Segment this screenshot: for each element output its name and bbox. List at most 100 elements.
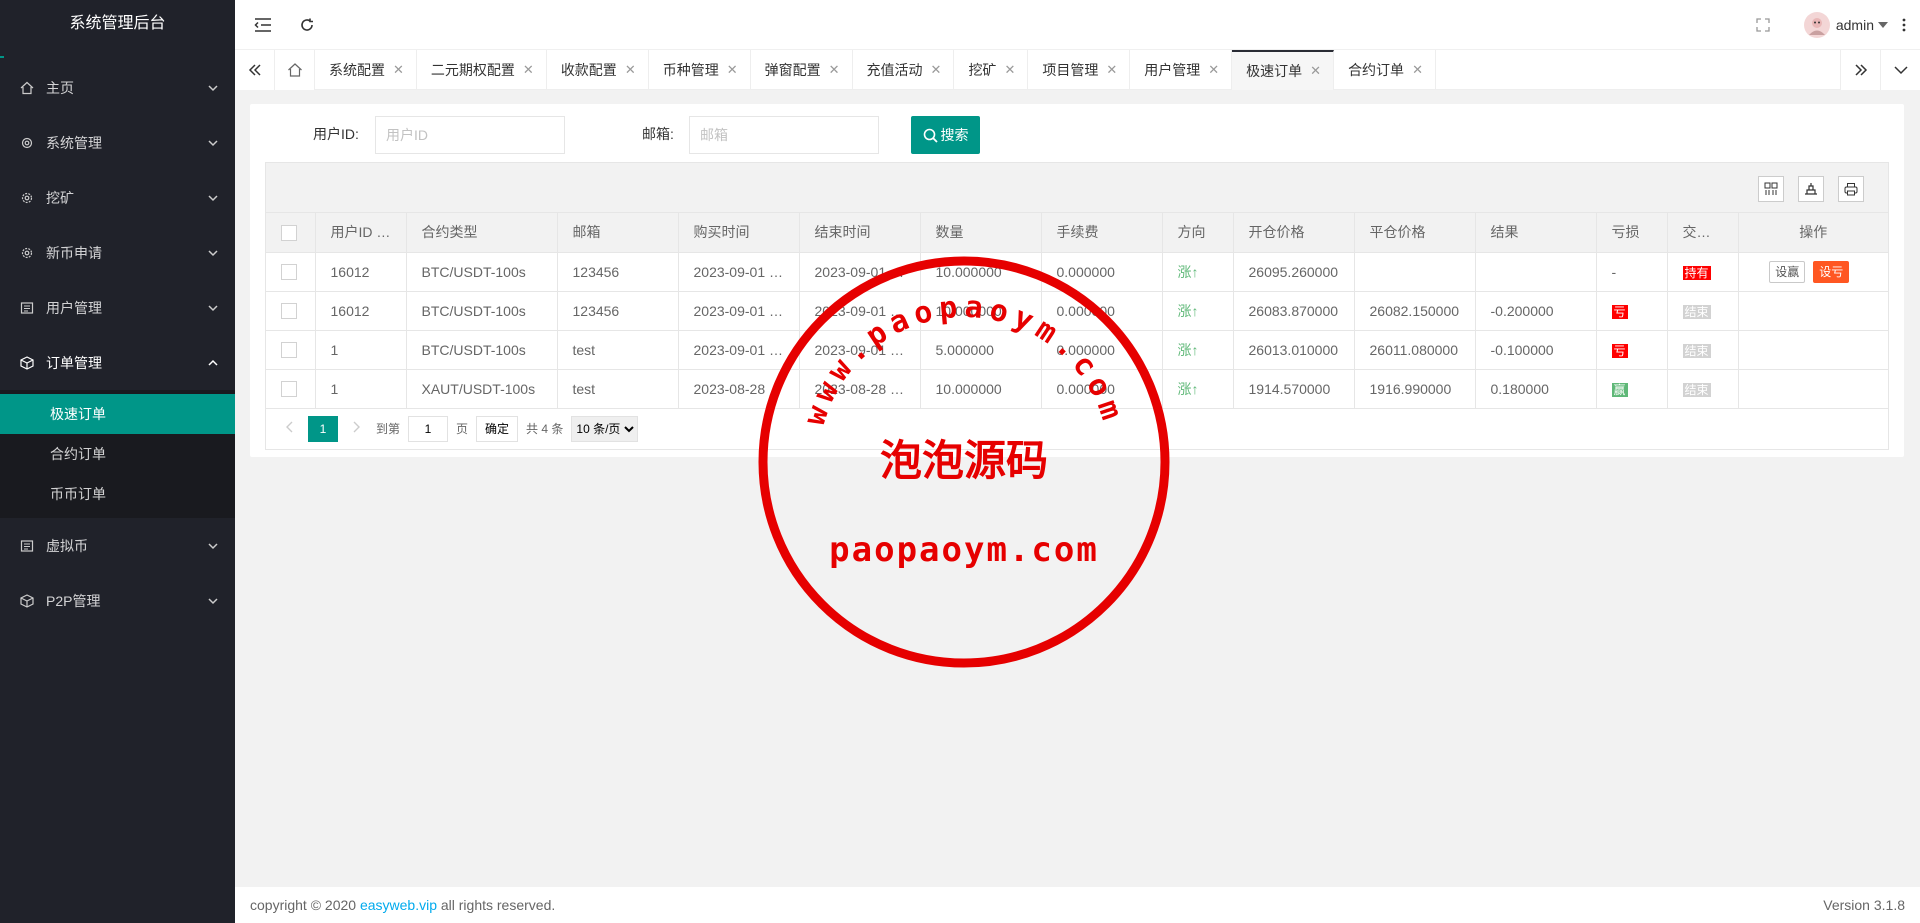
tab-home[interactable] [275, 50, 315, 90]
tab-popup-config[interactable]: 弹窗配置 ✕ [751, 50, 853, 90]
sidebar-item-p2p[interactable]: P2P管理 [0, 573, 235, 628]
set-loss-button[interactable]: 设亏 [1813, 260, 1850, 283]
cell-fee: 0.000000 [1041, 291, 1163, 331]
table-toolbar [266, 163, 1888, 213]
sidebar-item-orders[interactable]: 订单管理 [0, 335, 235, 390]
sidebar-menu: 主页 系统管理 挖矿 新币申请 用户管理 订单管理 极速订单 合约订单 币币订单… [0, 50, 235, 628]
menu-fold-icon [254, 18, 271, 32]
cell-direction: 涨↑ [1162, 291, 1234, 331]
table-row: 16012 BTC/USDT-100s 123456 2023-09-01 … … [266, 252, 1888, 292]
tabs-menu-button[interactable] [1880, 50, 1920, 90]
close-icon[interactable]: ✕ [829, 50, 840, 90]
user-id-label: 用户ID: [313, 126, 359, 142]
sort-icon[interactable] [384, 228, 393, 239]
email-label: 邮箱: [642, 126, 674, 142]
current-page[interactable]: 1 [308, 415, 338, 442]
tabs-scroll-right-button[interactable] [1840, 50, 1880, 90]
close-icon[interactable]: ✕ [1310, 51, 1321, 91]
close-icon[interactable]: ✕ [1004, 50, 1015, 90]
cube-icon [20, 593, 34, 608]
more-menu-button[interactable] [1902, 18, 1906, 32]
column-header: 购买时间 [678, 213, 800, 253]
tab-label: 系统配置 [329, 62, 385, 78]
tab-currency-management[interactable]: 币种管理 ✕ [649, 50, 751, 90]
fullscreen-icon [1756, 18, 1770, 32]
tab-project-management[interactable]: 项目管理 ✕ [1028, 50, 1131, 90]
print-button[interactable] [1838, 176, 1864, 202]
sidebar-item-label: P2P管理 [46, 592, 101, 609]
refresh-button[interactable] [297, 15, 317, 35]
fullscreen-button[interactable] [1756, 18, 1770, 32]
row-checkbox[interactable] [281, 264, 297, 281]
refresh-icon [301, 18, 313, 31]
username[interactable]: admin [1836, 17, 1874, 33]
sidebar-subitem-fast-orders[interactable]: 极速订单 [0, 394, 235, 434]
sidebar-item-label: 主页 [46, 79, 74, 96]
tab-payment-config[interactable]: 收款配置 ✕ [547, 50, 649, 90]
email-input[interactable] [689, 116, 879, 154]
footer-link[interactable]: easyweb.vip [360, 897, 437, 913]
avatar[interactable] [1803, 12, 1830, 38]
tab-mining[interactable]: 挖矿 ✕ [954, 50, 1029, 90]
close-icon[interactable]: ✕ [727, 50, 738, 90]
row-checkbox[interactable] [281, 303, 297, 320]
set-win-button[interactable]: 设赢 [1769, 260, 1806, 283]
column-header: 数量 [920, 213, 1042, 253]
tab-list: 系统配置 ✕ 二元期权配置 ✕ 收款配置 ✕ 币种管理 ✕ 弹窗配置 ✕ 充值活动 ✕ 挖矿… [315, 50, 1436, 90]
sidebar-subitem-contract-orders[interactable]: 合约订单 [0, 434, 235, 474]
sidebar-item-home[interactable]: 主页 [0, 60, 235, 115]
tabs-scroll-left-button[interactable] [235, 50, 275, 90]
orders-table: 用户ID 合约类型 邮箱 购买时间 结束时间 数量 手续费 方向 开仓价格 平仓… [266, 213, 1888, 409]
close-icon[interactable]: ✕ [1208, 50, 1219, 90]
close-icon[interactable]: ✕ [931, 50, 942, 90]
close-icon[interactable]: ✕ [625, 50, 636, 90]
export-button[interactable] [1798, 176, 1824, 202]
close-icon[interactable]: ✕ [523, 50, 534, 90]
cell-email: test [557, 369, 679, 409]
tab-contract-orders[interactable]: 合约订单 ✕ [1334, 50, 1436, 90]
columns-filter-button[interactable] [1758, 176, 1784, 202]
cell-user-id: 1 [315, 369, 407, 409]
tab-label: 二元期权配置 [430, 62, 515, 78]
sidebar-item-label: 用户管理 [46, 299, 102, 316]
cell-status: 持有 [1667, 252, 1739, 292]
row-checkbox[interactable] [281, 381, 297, 398]
close-icon[interactable]: ✕ [1412, 50, 1423, 90]
row-select-cell [266, 291, 316, 331]
tab-fast-orders[interactable]: 极速订单 ✕ [1232, 50, 1335, 91]
table-header-row: 用户ID 合约类型 邮箱 购买时间 结束时间 数量 手续费 方向 开仓价格 平仓… [266, 213, 1888, 253]
column-label: 用户ID [330, 224, 373, 241]
page-size-select[interactable]: 10 条/页 [571, 415, 639, 442]
sidebar-item-new-coin[interactable]: 新币申请 [0, 225, 235, 280]
cell-direction: 涨↑ [1162, 252, 1234, 292]
tab-system-config[interactable]: 系统配置 ✕ [315, 50, 417, 90]
tab-binary-option-config[interactable]: 二元期权配置 ✕ [417, 50, 547, 90]
sidebar-item-users[interactable]: 用户管理 [0, 280, 235, 335]
status-badge: 结束 [1682, 382, 1711, 397]
table-row: 16012 BTC/USDT-100s 123456 2023-09-01 … … [266, 291, 1888, 331]
user-id-input[interactable] [375, 116, 565, 154]
header-right: admin [1756, 0, 1906, 50]
sidebar-subitem-spot-orders[interactable]: 币币订单 [0, 474, 235, 514]
tab-user-management[interactable]: 用户管理 ✕ [1130, 50, 1233, 90]
caret-down-icon[interactable] [1878, 22, 1888, 28]
next-page-button[interactable] [344, 421, 370, 436]
close-icon[interactable]: ✕ [393, 50, 404, 90]
goto-confirm-button[interactable]: 确定 [476, 415, 519, 442]
sidebar-item-virtual-coin[interactable]: 虚拟币 [0, 518, 235, 573]
row-checkbox[interactable] [281, 342, 297, 359]
tab-recharge-activity[interactable]: 充值活动 ✕ [853, 50, 955, 90]
main-card: 用户ID: 邮箱: 搜索 [250, 104, 1904, 457]
select-all-checkbox[interactable] [281, 224, 297, 241]
search-form: 用户ID: 邮箱: 搜索 [250, 114, 1904, 154]
column-header[interactable]: 用户ID [315, 213, 407, 253]
cell-fee: 0.000000 [1041, 369, 1163, 409]
sidebar-item-mining[interactable]: 挖矿 [0, 170, 235, 225]
sidebar-item-system[interactable]: 系统管理 [0, 115, 235, 170]
collapse-sidebar-button[interactable] [253, 15, 273, 35]
close-icon[interactable]: ✕ [1106, 50, 1117, 90]
prev-page-button[interactable] [276, 421, 302, 436]
goto-page-input[interactable] [408, 415, 449, 442]
search-button[interactable]: 搜索 [911, 116, 980, 154]
cell-actions [1738, 330, 1888, 370]
